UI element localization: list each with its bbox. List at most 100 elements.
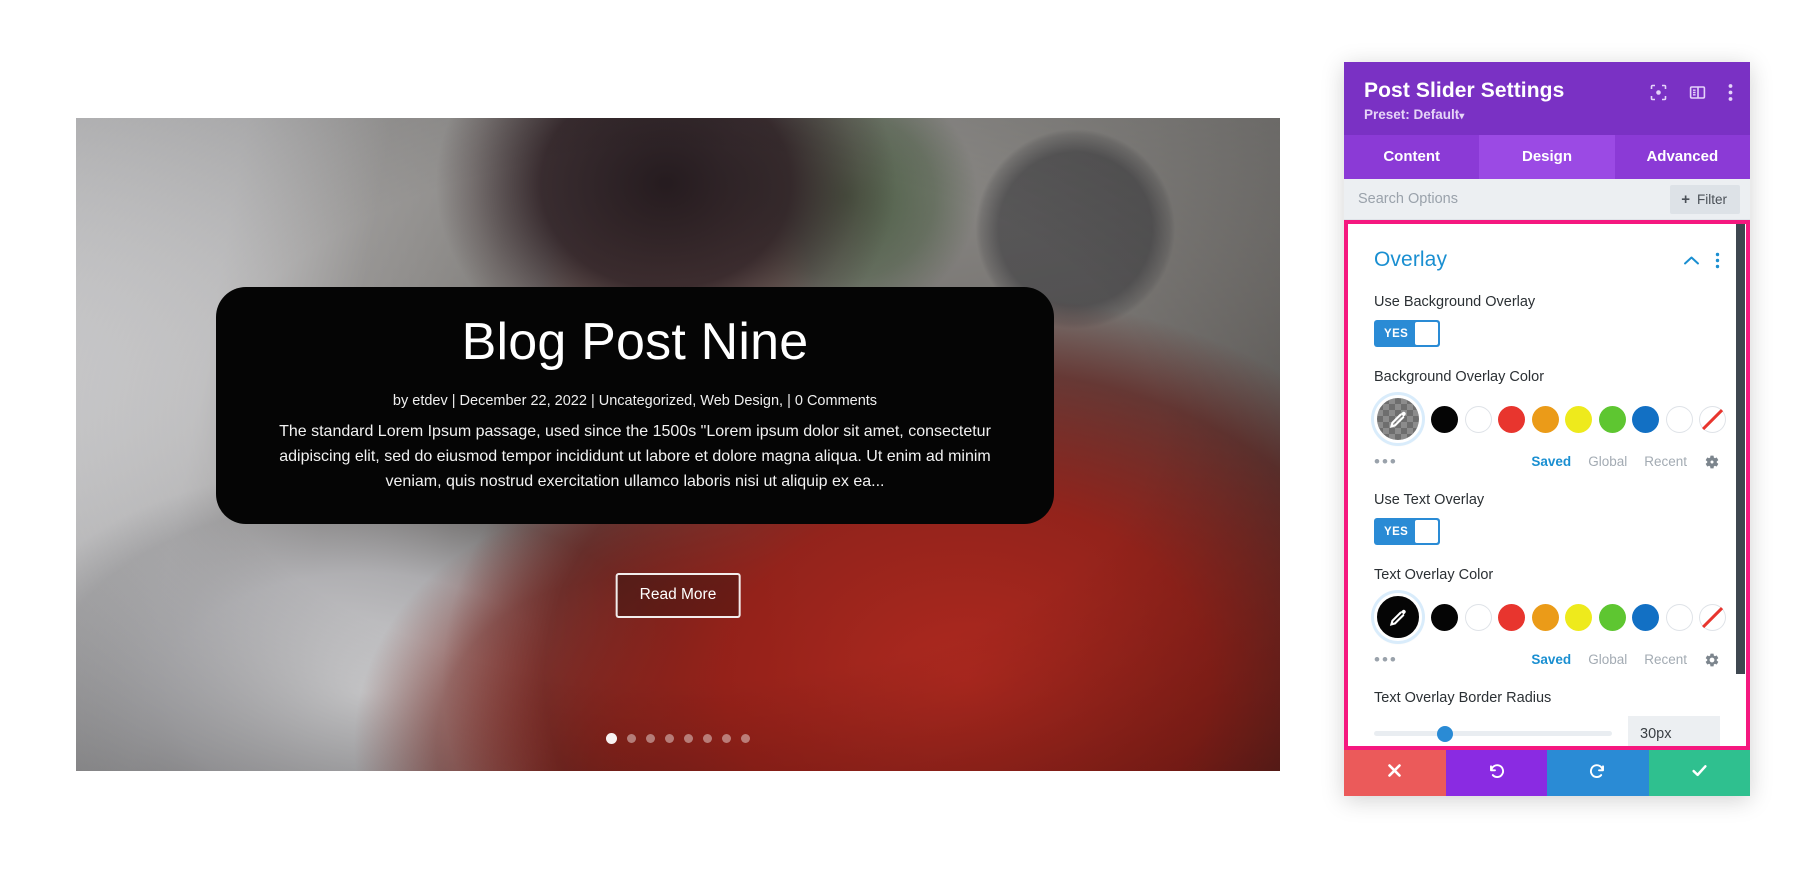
field-text-overlay-color: Text Overlay Color ••• Saved Global Recent xyxy=(1374,567,1726,668)
toggle-knob xyxy=(1415,520,1438,543)
field-label: Text Overlay Border Radius xyxy=(1374,690,1552,706)
text-swatch-green[interactable] xyxy=(1598,603,1626,631)
modal-tabs[interactable]: Content Design Advanced xyxy=(1344,135,1750,179)
redo-icon xyxy=(1588,761,1607,785)
slider-pagination[interactable] xyxy=(606,733,750,744)
slider-dot-5[interactable] xyxy=(684,734,693,743)
background-swatch-white-outline[interactable] xyxy=(1665,405,1693,433)
background-overlay-swatches xyxy=(1374,395,1726,443)
text-swatch-white[interactable] xyxy=(1464,603,1492,631)
text-swatch-white-outline[interactable] xyxy=(1665,603,1693,631)
slider-dot-6[interactable] xyxy=(703,734,712,743)
check-icon xyxy=(1690,761,1709,785)
tab-advanced[interactable]: Advanced xyxy=(1615,135,1750,179)
close-icon xyxy=(1386,762,1403,784)
filter-button[interactable]: + Filter xyxy=(1670,184,1740,214)
filter-label: Filter xyxy=(1697,191,1727,207)
text-swatch-footer: ••• Saved Global Recent xyxy=(1374,651,1720,668)
section-title: Overlay xyxy=(1374,248,1448,271)
screen: Blog Post Nine by etdev | December 22, 2… xyxy=(0,0,1800,884)
settings-scrollbar[interactable] xyxy=(1736,224,1745,674)
field-label: Use Text Overlay xyxy=(1374,492,1485,508)
slider-dot-8[interactable] xyxy=(741,734,750,743)
slider-dot-2[interactable] xyxy=(627,734,636,743)
text-swatch-blue[interactable] xyxy=(1632,603,1659,631)
slider-dot-7[interactable] xyxy=(722,734,731,743)
text-color-tab-saved[interactable]: Saved xyxy=(1531,652,1571,667)
field-use-background-overlay: Use Background Overlay YES xyxy=(1374,294,1720,347)
post-excerpt: The standard Lorem Ipsum passage, used s… xyxy=(279,422,991,491)
post-meta: by etdev | December 22, 2022 | Uncategor… xyxy=(392,392,878,409)
background-color-tabs[interactable]: Saved Global Recent xyxy=(1531,454,1687,469)
more-colors-icon[interactable]: ••• xyxy=(1374,651,1398,668)
field-text-overlay-border-radius: Text Overlay Border Radius xyxy=(1374,690,1720,746)
toggle-label: YES xyxy=(1384,327,1409,340)
redo-button[interactable] xyxy=(1547,750,1649,796)
slider-handle[interactable] xyxy=(1437,725,1454,742)
background-color-tab-recent[interactable]: Recent xyxy=(1644,454,1687,469)
preset-label: Preset: Default xyxy=(1364,107,1460,122)
text-swatch-black[interactable] xyxy=(1431,603,1458,631)
use-background-overlay-toggle[interactable]: YES xyxy=(1374,320,1440,347)
text-swatch-yellow[interactable] xyxy=(1565,603,1592,631)
preset-selector[interactable]: Preset: Default▾ xyxy=(1364,107,1730,122)
undo-button[interactable] xyxy=(1445,750,1547,796)
slider-dot-3[interactable] xyxy=(646,734,655,743)
background-swatch-green[interactable] xyxy=(1598,405,1626,433)
text-color-tabs[interactable]: Saved Global Recent xyxy=(1531,652,1687,667)
section-overflow-menu-icon[interactable] xyxy=(1715,252,1720,269)
text-color-tab-global[interactable]: Global xyxy=(1588,652,1627,667)
overflow-menu-icon[interactable] xyxy=(1728,83,1733,102)
background-color-tab-saved[interactable]: Saved xyxy=(1531,454,1571,469)
save-button[interactable] xyxy=(1648,750,1750,796)
background-color-tab-global[interactable]: Global xyxy=(1588,454,1627,469)
layout-panel-icon[interactable] xyxy=(1689,84,1706,101)
text-overlay-swatches xyxy=(1374,593,1726,641)
tab-design[interactable]: Design xyxy=(1479,135,1615,179)
settings-body: Overlay Use Background Overlay YES Backg… xyxy=(1344,220,1750,750)
cancel-button[interactable] xyxy=(1344,750,1446,796)
field-label: Background Overlay Color xyxy=(1374,369,1545,385)
field-label: Use Background Overlay xyxy=(1374,294,1536,310)
post-slider-preview: Blog Post Nine by etdev | December 22, 2… xyxy=(76,118,1280,771)
background-swatch-yellow[interactable] xyxy=(1565,405,1592,433)
slider-dot-1[interactable] xyxy=(606,733,617,744)
text-overlay-card: Blog Post Nine by etdev | December 22, 2… xyxy=(216,287,1054,525)
text-swatch-transparent[interactable] xyxy=(1699,603,1726,631)
text-swatch-red[interactable] xyxy=(1498,603,1525,631)
toggle-knob xyxy=(1415,322,1438,345)
background-swatch-black[interactable] xyxy=(1431,405,1458,433)
search-bar: + Filter xyxy=(1344,179,1750,220)
field-label: Text Overlay Color xyxy=(1374,567,1494,583)
slider-dot-4[interactable] xyxy=(665,734,674,743)
read-more-button[interactable]: Read More xyxy=(615,573,741,618)
background-swatch-footer: ••• Saved Global Recent xyxy=(1374,453,1720,470)
focus-icon[interactable] xyxy=(1650,84,1667,101)
modal-header: Post Slider Settings Preset: Default▾ xyxy=(1344,62,1750,135)
chevron-up-icon[interactable] xyxy=(1683,255,1700,266)
search-input[interactable] xyxy=(1344,191,1671,207)
more-colors-icon[interactable]: ••• xyxy=(1374,453,1398,470)
background-swatch-red[interactable] xyxy=(1498,405,1525,433)
background-swatch-white[interactable] xyxy=(1464,405,1492,433)
settings-scroll-area: Overlay Use Background Overlay YES Backg… xyxy=(1348,224,1746,746)
field-background-overlay-color: Background Overlay Color ••• Saved Global xyxy=(1374,369,1726,470)
undo-icon xyxy=(1487,761,1506,785)
chevron-down-icon: ▾ xyxy=(1459,111,1465,122)
background-swatch-orange[interactable] xyxy=(1531,405,1559,433)
gear-icon[interactable] xyxy=(1704,454,1720,470)
background-color-picker-button[interactable] xyxy=(1374,395,1422,443)
modal-header-icons xyxy=(1650,83,1733,102)
background-swatch-blue[interactable] xyxy=(1632,405,1659,433)
tab-content[interactable]: Content xyxy=(1344,135,1479,179)
border-radius-value-input[interactable] xyxy=(1628,716,1720,746)
text-color-tab-recent[interactable]: Recent xyxy=(1644,652,1687,667)
background-swatch-transparent[interactable] xyxy=(1699,405,1726,433)
text-color-picker-button[interactable] xyxy=(1374,593,1422,641)
modal-footer xyxy=(1344,750,1750,796)
gear-icon[interactable] xyxy=(1704,652,1720,668)
text-swatch-orange[interactable] xyxy=(1531,603,1559,631)
post-slider-settings-modal: Post Slider Settings Preset: Default▾ Co… xyxy=(1344,62,1750,796)
use-text-overlay-toggle[interactable]: YES xyxy=(1374,518,1440,545)
border-radius-slider[interactable] xyxy=(1374,725,1612,742)
